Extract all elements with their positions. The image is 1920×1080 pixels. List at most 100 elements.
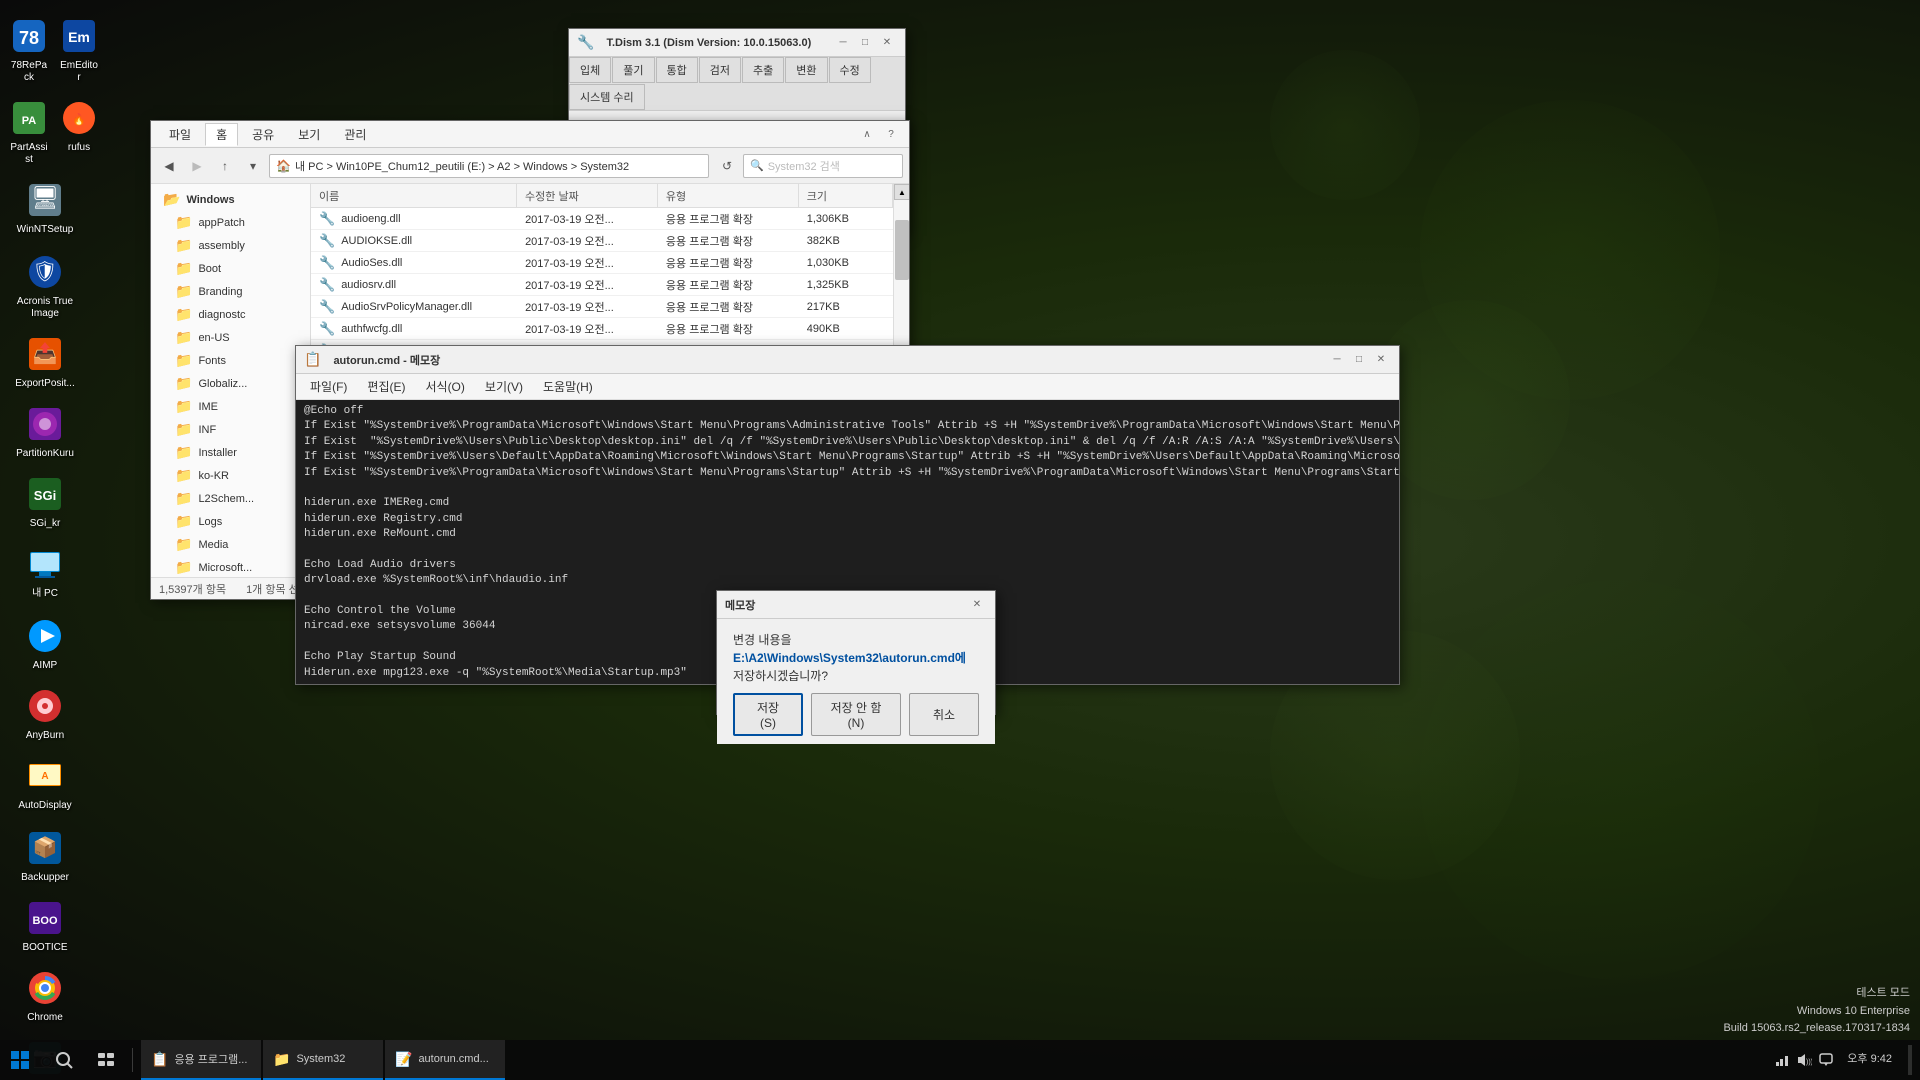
start-button[interactable]: [0, 1040, 40, 1080]
taskbar-taskview-icon[interactable]: [86, 1040, 126, 1080]
editor-menu-format[interactable]: 서식(O): [417, 376, 472, 397]
dism-close-button[interactable]: ✕: [877, 34, 897, 52]
tray-volume-icon[interactable]: )))): [1795, 1051, 1813, 1069]
dism-maximize-button[interactable]: □: [855, 34, 875, 52]
save-dialog-message: 변경 내용을 E:\A2\Windows\System32\autorun.cm…: [733, 631, 979, 685]
sidebar-item-globaliz[interactable]: 📁 Globaliz...: [151, 372, 310, 395]
explorer-ribbon-tab-manage[interactable]: 관리: [334, 124, 376, 145]
dism-tab-4[interactable]: 검저: [699, 57, 741, 83]
explorer-ribbon-tab-file[interactable]: 파일: [159, 124, 201, 145]
desktop-icon-sgi[interactable]: SGi SGi_kr: [5, 468, 85, 536]
tray-network-icon[interactable]: [1773, 1051, 1791, 1069]
desktop-icon-exportpos[interactable]: 📤 ExportPosit...: [5, 328, 85, 396]
sidebar-item-fonts[interactable]: 📁 Fonts: [151, 349, 310, 372]
address-bar[interactable]: 🏠 내 PC > Win10PE_Chum12_peutili (E:) > A…: [269, 154, 709, 178]
explorer-expand-ribbon[interactable]: ∧: [857, 125, 877, 143]
sidebar-item-diagnostic[interactable]: 📁 diagnostc: [151, 303, 310, 326]
sidebar-item-apppatch[interactable]: 📁 appPatch: [151, 211, 310, 234]
editor-menu-view[interactable]: 보기(V): [477, 376, 531, 397]
dism-tab-6[interactable]: 변환: [785, 57, 827, 83]
desktop-icon-chrome[interactable]: Chrome: [5, 962, 85, 1030]
editor-minimize-button[interactable]: ─: [1327, 351, 1347, 369]
sidebar-item-windows[interactable]: 📂 Windows: [151, 188, 310, 211]
sidebar-item-kokr[interactable]: 📁 ko-KR: [151, 464, 310, 487]
explorer-back-button[interactable]: ◀: [157, 154, 181, 178]
col-header-date[interactable]: 수정한 날짜: [517, 184, 658, 207]
sidebar-item-media[interactable]: 📁 Media: [151, 533, 310, 556]
tray-show-desktop-icon[interactable]: [1908, 1045, 1912, 1075]
editor-close-button[interactable]: ✕: [1371, 351, 1391, 369]
dism-tab-2[interactable]: 풀기: [612, 57, 654, 83]
partassist-icon: PA: [9, 98, 49, 138]
desktop-icon-winntsetup[interactable]: 🖥 WinNTSetup: [5, 174, 85, 242]
sidebar-item-enus[interactable]: 📁 en-US: [151, 326, 310, 349]
dism-tab-7[interactable]: 수정: [829, 57, 871, 83]
desktop-icon-acronis[interactable]: 🛡 Acronis True Image: [5, 246, 85, 326]
desktop-icon-mypc[interactable]: 내 PC: [5, 538, 85, 606]
editor-menu-help[interactable]: 도움말(H): [535, 376, 601, 397]
file-row-audiosrv[interactable]: 🔧audiosrv.dll 2017-03-19 오전... 응용 프로그램 확…: [311, 274, 893, 296]
taskbar-search-icon[interactable]: [44, 1040, 84, 1080]
dism-tab-3[interactable]: 통합: [656, 57, 698, 83]
editor-menu-file[interactable]: 파일(F): [302, 376, 355, 397]
sidebar-item-installer[interactable]: 📁 Installer: [151, 441, 310, 464]
file-row-authfwcfg[interactable]: 🔧authfwcfg.dll 2017-03-19 오전... 응용 프로그램 …: [311, 318, 893, 340]
desktop-icon-rufus[interactable]: 🔥 rufus: [55, 92, 103, 172]
autodisplay-label: AutoDisplay: [18, 800, 71, 812]
desktop-icon-backupper[interactable]: 📦 Backupper: [5, 822, 85, 890]
sidebar-item-l2schema[interactable]: 📁 L2Schem...: [151, 487, 310, 510]
taskbar-app-programs[interactable]: 📋 응용 프로그램...: [141, 1040, 261, 1080]
desktop-icon-emeditor[interactable]: Em EmEditor: [55, 10, 103, 90]
taskbar-pinned-icons: [40, 1040, 141, 1080]
col-header-type[interactable]: 유형: [658, 184, 799, 207]
sidebar-item-inf[interactable]: 📁 INF: [151, 418, 310, 441]
file-row-audioses[interactable]: 🔧AudioSes.dll 2017-03-19 오전... 응용 프로그램 확…: [311, 252, 893, 274]
editor-menu-edit[interactable]: 편집(E): [359, 376, 413, 397]
save-button[interactable]: 저장(S): [733, 693, 803, 736]
explorer-ribbon-tab-share[interactable]: 공유: [242, 124, 284, 145]
desktop-icon-bootice[interactable]: BOO BOOTICE: [5, 892, 85, 960]
col-header-name[interactable]: 이름: [311, 184, 517, 207]
dism-tab-1[interactable]: 입체: [569, 57, 611, 83]
explorer-ribbon-tab-view[interactable]: 보기: [288, 124, 330, 145]
dism-tab-8[interactable]: 시스템 수리: [569, 84, 645, 110]
desktop-icon-78repack[interactable]: 78 78RePack: [5, 10, 53, 90]
desktop-icon-partassist[interactable]: PA PartAssist: [5, 92, 53, 172]
sidebar-item-boot[interactable]: 📁 Boot: [151, 257, 310, 280]
desktop-icon-partitionku[interactable]: PartitionKuru: [5, 398, 85, 466]
explorer-up-button[interactable]: ↑: [213, 154, 237, 178]
save-dialog-close-button[interactable]: ✕: [967, 596, 987, 614]
desktop-icon-autodisplay[interactable]: A AutoDisplay: [5, 750, 85, 818]
file-row-audioeng[interactable]: 🔧audioeng.dll 2017-03-19 오전... 응용 프로그램 확…: [311, 208, 893, 230]
windows-edition-label: Windows 10 Enterprise: [1723, 1003, 1910, 1021]
explorer-refresh-button[interactable]: ↺: [715, 154, 739, 178]
explorer-recent-button[interactable]: ▾: [241, 154, 265, 178]
media-icon: 📁: [175, 536, 192, 553]
desktop-icon-anyburn[interactable]: AnyBurn: [5, 680, 85, 748]
taskbar-app-system32[interactable]: 📁 System32: [263, 1040, 383, 1080]
dism-tab-5[interactable]: 추출: [742, 57, 784, 83]
nosave-button[interactable]: 저장 안 함(N): [811, 693, 901, 736]
taskbar-app-autorun[interactable]: 📝 autorun.cmd...: [385, 1040, 505, 1080]
sidebar-item-logs[interactable]: 📁 Logs: [151, 510, 310, 533]
scrollbar-thumb[interactable]: [895, 220, 909, 280]
explorer-ribbon-tab-home[interactable]: 홈: [205, 123, 238, 146]
sidebar-item-branding[interactable]: 📁 Branding: [151, 280, 310, 303]
sidebar-item-assembly[interactable]: 📁 assembly: [151, 234, 310, 257]
file-row-audiokse[interactable]: 🔧AUDIOKSE.dll 2017-03-19 오전... 응용 프로그램 확…: [311, 230, 893, 252]
col-header-size[interactable]: 크기: [799, 184, 893, 207]
sidebar-item-microsoft[interactable]: 📁 Microsoft...: [151, 556, 310, 577]
tray-action-center-icon[interactable]: [1817, 1051, 1835, 1069]
dism-minimize-button[interactable]: ─: [833, 34, 853, 52]
cancel-button[interactable]: 취소: [909, 693, 979, 736]
file-row-audiosrvpolicy[interactable]: 🔧AudioSrvPolicyManager.dll 2017-03-19 오전…: [311, 296, 893, 318]
desktop-icon-aimp[interactable]: AIMP: [5, 610, 85, 678]
explorer-forward-button[interactable]: ▶: [185, 154, 209, 178]
explorer-help[interactable]: ?: [881, 125, 901, 143]
boot-icon: 📁: [175, 260, 192, 277]
sidebar-item-ime[interactable]: 📁 IME: [151, 395, 310, 418]
search-box[interactable]: 🔍 System32 검색: [743, 154, 903, 178]
editor-maximize-button[interactable]: □: [1349, 351, 1369, 369]
scrollbar-up-arrow[interactable]: ▲: [894, 184, 909, 200]
tray-clock[interactable]: 오후 9:42: [1839, 1052, 1900, 1067]
